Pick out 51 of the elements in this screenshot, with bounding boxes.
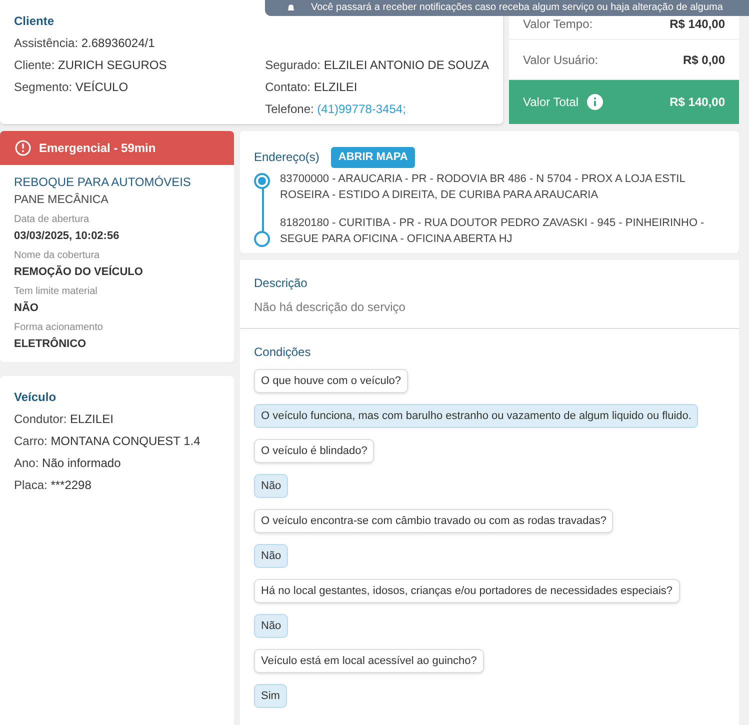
answer-bubble: Sim: [254, 684, 287, 708]
section-title: Endereço(s): [254, 149, 320, 166]
open-map-button[interactable]: ABRIR MAPA: [331, 147, 415, 168]
field-text: Ano: Não informado: [14, 455, 122, 472]
question-bubble: Há no local gestantes, idosos, crianças e/ou portadores de necessidades especiais?: [254, 579, 680, 603]
value-label: Valor Tempo:: [523, 16, 593, 32]
info-icon: [586, 94, 603, 110]
answer-bubble: Não: [254, 474, 288, 498]
phone-link[interactable]: (41)99778-3454;: [317, 102, 406, 116]
value-label: Valor Usuário:: [523, 52, 598, 68]
alert-icon: [15, 140, 31, 156]
emergency-text: Emergencial - 59min: [39, 140, 156, 157]
question-bubble: O veículo é blindado?: [254, 439, 374, 463]
field-label: Data de abertura: [14, 213, 90, 227]
field-text: Cliente: ZURICH SEGUROS: [14, 57, 168, 74]
question-bubble: O veículo encontra-se com câmbio travado ou com as rodas travadas?: [254, 509, 614, 533]
field-value: NÃO: [14, 300, 40, 316]
address-text: 81820180 - CURITIBA - PR - RUA DOUTOR PEDRO ZAVASKI - 945 - PINHEIRINHO - SEGUE PARA OFICINA - OFICINA ABERTA HJ: [280, 216, 706, 246]
notification-text: Você passará a receber notificações caso receba algum serviço ou haja alteração de alguma: [311, 2, 723, 14]
answer-bubble: Não: [254, 544, 288, 568]
section-title: Descrição: [254, 275, 308, 292]
value-amount: R$ 140,00: [670, 16, 725, 32]
field-value: 03/03/2025, 10:02:56: [14, 229, 120, 244]
field-label: Forma acionamento: [14, 321, 104, 335]
service-title: REBOQUE PARA AUTOMÓVEIS: [14, 174, 192, 191]
value-amount: R$ 0,00: [682, 52, 725, 68]
bell-icon: [285, 3, 297, 13]
answer-bubble: Não: [254, 614, 288, 638]
question-bubble: Veículo está em local acessível ao guincho?: [254, 649, 484, 673]
field-text: Assistência: 2.68936024/1: [14, 35, 156, 52]
field-text: Segmento: VEÍCULO: [14, 79, 130, 96]
field-value: ELETRÔNICO: [14, 336, 88, 352]
total-amount: R$ 140,00: [670, 94, 725, 111]
field-text: Segurado: ELZILEI ANTONIO DE SOUZA: [265, 57, 489, 74]
total-label: Valor Total: [523, 94, 579, 111]
field-text: Carro: MONTANA CONQUEST 1.4: [14, 433, 202, 450]
field-text: Condutor: ELZILEI: [14, 411, 114, 428]
answer-bubble: O veículo funciona, mas com barulho estranho ou vazamento de algum liquido ou fluido.: [254, 404, 698, 428]
address-text: 83700000 - ARAUCARIA - PR - RODOVIA BR 486 - N 5704 - PROX A LOJA ESTIL ROSEIRA - ESTIDO A DIREITA, DE CURIBA PARA ARAUCARIA: [280, 172, 686, 202]
field-text: Placa: ***2298: [14, 477, 92, 494]
section-title: Cliente: [14, 13, 56, 30]
field-label: Nome da cobertura: [14, 249, 101, 263]
description-text: Não há descrição do serviço: [254, 299, 406, 316]
service-subtitle: PANE MECÂNICA: [14, 192, 110, 208]
field-label: Telefone:: [265, 102, 315, 116]
field-text: Contato: ELZILEI: [265, 79, 358, 96]
field-label: Tem limite material: [14, 285, 98, 299]
field-value: REMOÇÃO DO VEÍCULO: [14, 264, 144, 280]
section-title: Veículo: [14, 389, 58, 406]
section-title: Condições: [254, 344, 312, 361]
question-bubble: O que houve com o veículo?: [254, 369, 408, 393]
